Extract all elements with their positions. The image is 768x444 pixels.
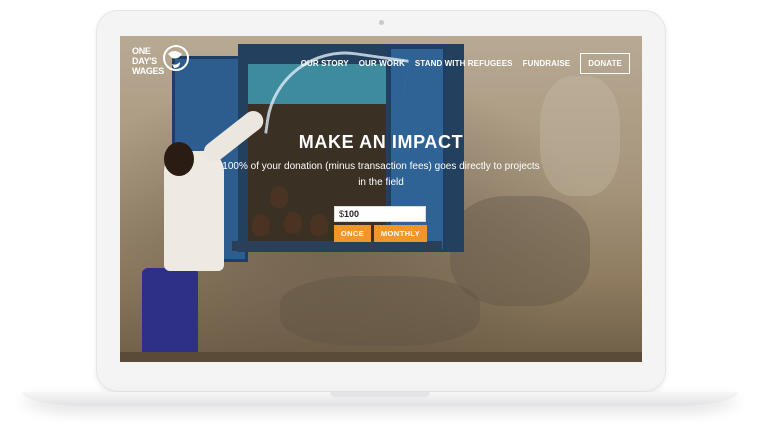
nav-stand-with-refugees[interactable]: STAND WITH REFUGEES	[415, 59, 513, 68]
hero-title: MAKE AN IMPACT	[298, 132, 464, 152]
site-header: ONE DAY'S WAGES OUR STORY OUR WORK STAND…	[120, 36, 642, 90]
svg-text:WAGES: WAGES	[132, 66, 164, 76]
donation-amount-value: 100	[344, 209, 360, 219]
nav-fundraise[interactable]: FUNDRAISE	[523, 59, 571, 68]
child-figure	[252, 214, 270, 236]
window-sill	[232, 241, 442, 251]
nav-our-story[interactable]: OUR STORY	[301, 59, 349, 68]
ground	[120, 352, 642, 362]
wall-stain	[280, 276, 480, 346]
wall-stain	[450, 196, 590, 306]
svg-text:ONE: ONE	[132, 46, 151, 56]
boy-figure-legs	[142, 268, 198, 362]
donation-amount-input[interactable]: $100	[334, 206, 426, 222]
child-figure	[284, 212, 302, 234]
nav-our-work[interactable]: OUR WORK	[359, 59, 405, 68]
logo-graphic: ONE DAY'S WAGES	[132, 45, 189, 76]
donate-button[interactable]: DONATE	[580, 53, 630, 74]
camera-icon	[379, 20, 384, 25]
site-logo[interactable]: ONE DAY'S WAGES	[132, 44, 194, 80]
hero-section: MAKE AN IMPACT 100% of your donation (mi…	[120, 132, 642, 191]
hero-subtitle: 100% of your donation (minus transaction…	[222, 161, 540, 188]
donation-frequency: ONCE MONTHLY	[334, 225, 427, 242]
monthly-button[interactable]: MONTHLY	[374, 225, 427, 242]
logo-wordmark: ONE DAY'S WAGES	[132, 44, 189, 83]
svg-text:DAY'S: DAY'S	[132, 56, 157, 66]
laptop-notch	[330, 392, 430, 397]
main-nav: OUR STORY OUR WORK STAND WITH REFUGEES F…	[291, 53, 630, 74]
once-button[interactable]: ONCE	[334, 225, 371, 242]
child-figure	[310, 214, 328, 236]
website-screen: ONE DAY'S WAGES OUR STORY OUR WORK STAND…	[120, 36, 642, 362]
